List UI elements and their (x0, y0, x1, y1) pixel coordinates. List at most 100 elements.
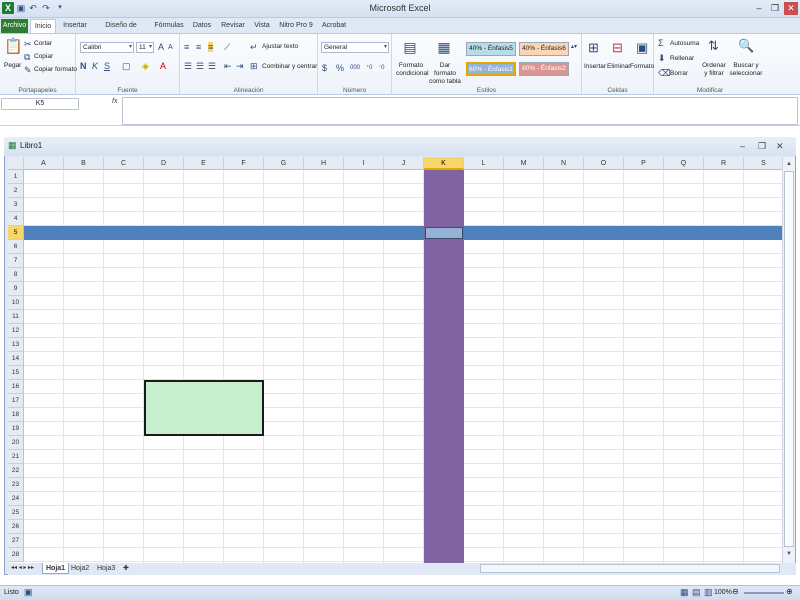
tab-acrobat[interactable]: Acrobat (320, 19, 348, 33)
find-select-icon[interactable]: 🔍 (738, 38, 754, 54)
row-header-25[interactable]: 25 (8, 506, 24, 520)
row-header-27[interactable]: 27 (8, 534, 24, 548)
thousands-icon[interactable]: 000 (350, 63, 360, 73)
decrease-decimal-icon[interactable]: ⁻0 (378, 63, 385, 73)
zoom-out-icon[interactable]: ⊖ (732, 587, 739, 596)
column-header-d[interactable]: D (144, 157, 184, 170)
delete-cells-button[interactable]: Eliminar (607, 63, 630, 70)
currency-icon[interactable]: $ (322, 63, 327, 73)
tab-insertar[interactable]: Insertar (60, 19, 90, 33)
name-box[interactable]: K5 (1, 98, 79, 110)
font-name-select[interactable]: Calibri (80, 42, 134, 53)
row-header-23[interactable]: 23 (8, 478, 24, 492)
underline-icon[interactable]: S (104, 61, 110, 71)
orientation-icon[interactable]: ⟋ (224, 42, 230, 52)
insert-cells-icon[interactable]: ⊞ (588, 40, 599, 56)
percent-icon[interactable]: % (336, 63, 344, 73)
row-header-12[interactable]: 12 (8, 324, 24, 338)
format-painter-button[interactable]: Copiar formato (34, 66, 77, 73)
row-header-18[interactable]: 18 (8, 408, 24, 422)
delete-cells-icon[interactable]: ⊟ (612, 40, 623, 56)
workbook-close-icon[interactable]: ✕ (776, 141, 784, 151)
row-header-9[interactable]: 9 (8, 282, 24, 296)
tab-nitro[interactable]: Nitro Pro 9 (278, 19, 314, 33)
italic-icon[interactable]: K (92, 61, 98, 71)
format-cells-icon[interactable]: ▣ (636, 40, 648, 56)
new-sheet-icon[interactable]: ✚ (120, 563, 132, 574)
vertical-scrollbar[interactable]: ▲ ▼ (782, 157, 795, 563)
fill-icon[interactable]: ⬇ (658, 53, 666, 63)
row-header-10[interactable]: 10 (8, 296, 24, 310)
row-header-2[interactable]: 2 (8, 184, 24, 198)
align-center-icon[interactable]: ☰ (196, 61, 204, 71)
row-header-20[interactable]: 20 (8, 436, 24, 450)
align-left-icon[interactable]: ☰ (184, 61, 192, 71)
workbook-restore-icon[interactable]: ❐ (758, 141, 766, 151)
column-header-p[interactable]: P (624, 157, 664, 170)
row-header-8[interactable]: 8 (8, 268, 24, 282)
column-header-r[interactable]: R (704, 157, 744, 170)
copy-button[interactable]: Copiar (34, 53, 53, 60)
row-header-6[interactable]: 6 (8, 240, 24, 254)
horizontal-scrollbar[interactable] (480, 564, 780, 573)
zoom-in-icon[interactable]: ⊕ (786, 587, 793, 596)
row-header-19[interactable]: 19 (8, 422, 24, 436)
row-header-21[interactable]: 21 (8, 450, 24, 464)
column-header-l[interactable]: L (464, 157, 504, 170)
copy-icon[interactable]: ⧉ (24, 52, 30, 62)
row-header-11[interactable]: 11 (8, 310, 24, 324)
column-header-k[interactable]: K (424, 157, 464, 170)
grow-font-icon[interactable]: A (158, 42, 164, 52)
scroll-down-icon[interactable]: ▼ (784, 549, 794, 559)
shrink-font-icon[interactable]: A (168, 43, 173, 53)
zoom-level[interactable]: 100% (714, 589, 732, 596)
workbook-minimize-icon[interactable]: – (740, 141, 745, 151)
column-header-q[interactable]: Q (664, 157, 704, 170)
format-cells-button[interactable]: Formato (630, 63, 654, 70)
tab-diseno-pagina[interactable]: Diseño de página (94, 19, 148, 43)
active-cell[interactable] (425, 227, 463, 239)
column-header-c[interactable]: C (104, 157, 144, 170)
sort-filter-icon[interactable]: ⇅ (708, 38, 719, 54)
sheet-tab-hoja3[interactable]: Hoja3 (94, 563, 118, 574)
select-all-corner[interactable] (8, 157, 24, 170)
increase-decimal-icon[interactable]: ⁺0 (366, 63, 373, 73)
row-header-15[interactable]: 15 (8, 366, 24, 380)
tab-datos[interactable]: Datos (190, 19, 214, 33)
column-header-b[interactable]: B (64, 157, 104, 170)
cut-icon[interactable]: ✂ (24, 39, 32, 49)
format-painter-icon[interactable]: ✎ (24, 65, 32, 75)
insert-cells-button[interactable]: Insertar (584, 63, 606, 70)
tab-vista[interactable]: Vista (252, 19, 272, 33)
fill-color-icon[interactable]: ◈ (142, 61, 149, 71)
sheet-nav-icon[interactable]: ◂◂ ◂ ▸ ▸▸ (8, 563, 37, 574)
autosum-button[interactable]: Autosuma (670, 40, 699, 47)
row-header-5[interactable]: 5 (8, 226, 24, 240)
format-table-button[interactable]: Dar formato como tabla (428, 62, 462, 86)
clear-button[interactable]: Borrar (670, 70, 688, 77)
fill-button[interactable]: Rellenar (670, 55, 694, 62)
tab-revisar[interactable]: Revisar (219, 19, 247, 33)
styles-scroll-icon[interactable]: ▴▾ (571, 42, 577, 52)
wrap-text-button[interactable]: Ajustar texto (262, 43, 298, 50)
row-header-4[interactable]: 4 (8, 212, 24, 226)
number-format-select[interactable]: General (321, 42, 389, 53)
column-header-j[interactable]: J (384, 157, 424, 170)
row-header-28[interactable]: 28 (8, 548, 24, 562)
conditional-format-button[interactable]: Formato condicional (396, 62, 429, 78)
row-header-17[interactable]: 17 (8, 394, 24, 408)
spreadsheet-grid[interactable]: ABCDEFGHIJKLMNOPQRS 1 2 3 4 5 6 7 8 9 10 11 12 13 14 1… (8, 157, 782, 563)
decrease-indent-icon[interactable]: ⇤ (224, 61, 232, 71)
clear-icon[interactable]: ⌫ (658, 68, 671, 78)
column-header-h[interactable]: H (304, 157, 344, 170)
wrap-text-icon[interactable]: ↵ (250, 42, 258, 52)
column-header-e[interactable]: E (184, 157, 224, 170)
zoom-slider[interactable] (744, 592, 784, 594)
row-header-3[interactable]: 3 (8, 198, 24, 212)
style-enfasis5-40[interactable]: 40% - Énfasis5 (466, 42, 516, 56)
conditional-format-icon[interactable]: ▤ (402, 38, 418, 56)
formula-input[interactable] (122, 97, 798, 125)
font-size-select[interactable]: 11 (136, 42, 154, 53)
bold-icon[interactable]: N (80, 61, 87, 71)
row-header-24[interactable]: 24 (8, 492, 24, 506)
